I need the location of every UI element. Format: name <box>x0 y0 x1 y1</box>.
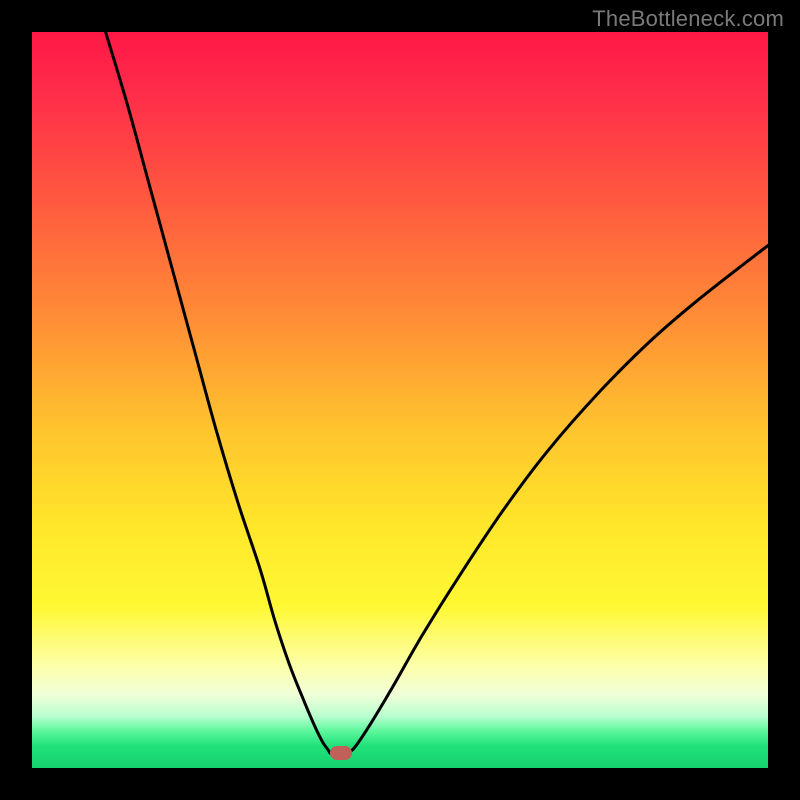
watermark-text: TheBottleneck.com <box>592 6 784 32</box>
chart-curve-path <box>106 32 768 753</box>
chart-plot-area <box>32 32 768 768</box>
chart-marker <box>330 746 352 760</box>
chart-stage: TheBottleneck.com <box>0 0 800 800</box>
chart-curve-svg <box>32 32 768 768</box>
